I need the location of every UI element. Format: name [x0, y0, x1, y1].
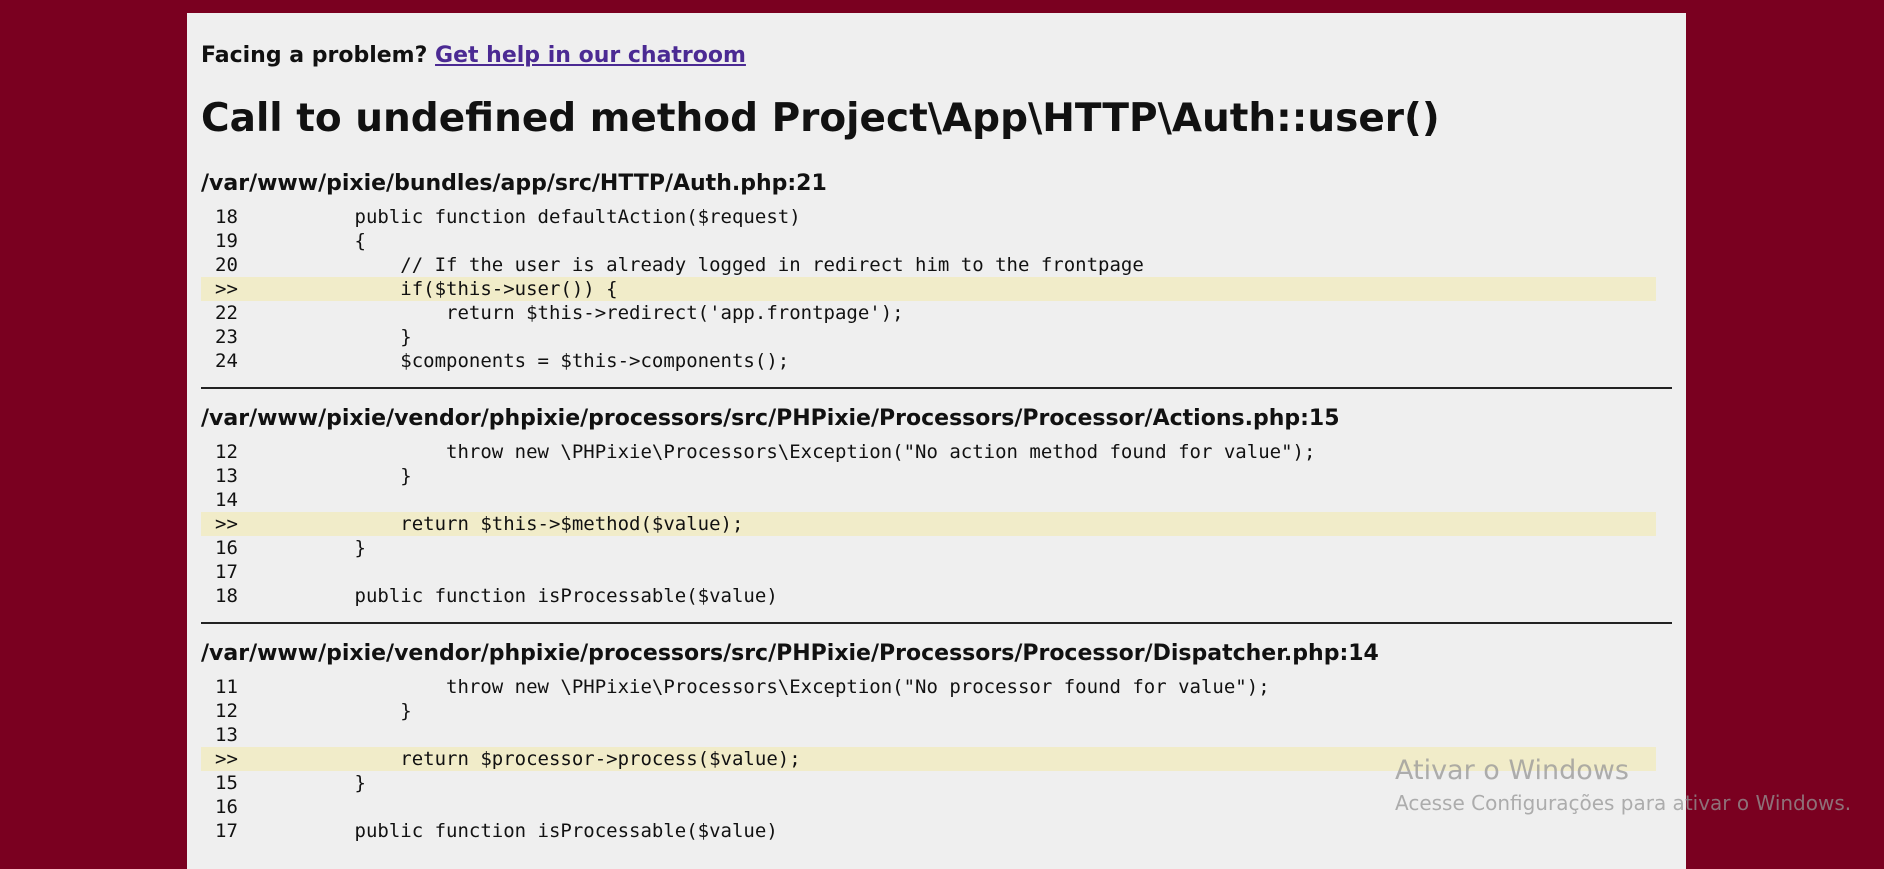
line-code: }	[263, 700, 412, 722]
line-number: 23	[215, 326, 238, 348]
line-code: public function defaultAction($request)	[263, 206, 801, 228]
line-number: 22	[215, 302, 238, 324]
code-line-error: >> return $this->$method($value);	[201, 512, 1656, 536]
code-line: 22 return $this->redirect('app.frontpage…	[201, 301, 1656, 325]
code-line: 13 }	[201, 464, 1656, 488]
code-line: 17 public function isProcessable($value)	[201, 819, 1656, 843]
code-line: 16	[201, 795, 1656, 819]
line-number: 12	[215, 441, 238, 463]
code-line: 23 }	[201, 325, 1656, 349]
line-number: 15	[215, 772, 238, 794]
line-code: return $this->redirect('app.frontpage');	[263, 302, 904, 324]
trace-file-path: /var/www/pixie/bundles/app/src/HTTP/Auth…	[201, 171, 827, 196]
line-number: >>	[215, 513, 238, 535]
code-line: 18 public function defaultAction($reques…	[201, 205, 1656, 229]
trace-block: /var/www/pixie/vendor/phpixie/processors…	[201, 406, 1672, 624]
line-code: }	[263, 326, 412, 348]
line-code: }	[263, 772, 366, 794]
line-code: $components = $this->components();	[263, 350, 790, 372]
code-excerpt: 18 public function defaultAction($reques…	[201, 205, 1656, 387]
help-prefix: Facing a problem?	[201, 43, 428, 68]
line-code: throw new \PHPixie\Processors\Exception(…	[263, 441, 1316, 463]
code-line: 14	[201, 488, 1656, 512]
line-code: public function isProcessable($value)	[263, 585, 778, 607]
line-number: 13	[215, 724, 238, 746]
line-code: return $this->$method($value);	[263, 513, 744, 535]
code-line-error: >> if($this->user()) {	[201, 277, 1656, 301]
code-line: 12 throw new \PHPixie\Processors\Excepti…	[201, 440, 1656, 464]
line-number: 12	[215, 700, 238, 722]
line-code: // If the user is already logged in redi…	[263, 254, 1144, 276]
line-number: 16	[215, 537, 238, 559]
code-line: 24 $components = $this->components();	[201, 349, 1656, 373]
line-number: >>	[215, 278, 238, 300]
stack-trace: /var/www/pixie/bundles/app/src/HTTP/Auth…	[201, 171, 1672, 857]
code-line: 18 public function isProcessable($value)	[201, 584, 1656, 608]
line-code: {	[263, 230, 366, 252]
trace-file-path: /var/www/pixie/vendor/phpixie/processors…	[201, 406, 1340, 431]
line-number: 18	[215, 206, 238, 228]
error-title: Call to undefined method Project\App\HTT…	[201, 96, 1440, 141]
code-line: 15 }	[201, 771, 1656, 795]
code-line-error: >> return $processor->process($value);	[201, 747, 1656, 771]
error-panel: Facing a problem? Get help in our chatro…	[187, 13, 1686, 869]
line-code: return $processor->process($value);	[263, 748, 801, 770]
line-number: 16	[215, 796, 238, 818]
line-number: 14	[215, 489, 238, 511]
help-line: Facing a problem? Get help in our chatro…	[201, 41, 1672, 71]
code-line: 11 throw new \PHPixie\Processors\Excepti…	[201, 675, 1656, 699]
code-line: 19 {	[201, 229, 1656, 253]
line-number: >>	[215, 748, 238, 770]
line-number: 17	[215, 561, 238, 583]
code-excerpt: 12 throw new \PHPixie\Processors\Excepti…	[201, 440, 1656, 622]
line-code: throw new \PHPixie\Processors\Exception(…	[263, 676, 1270, 698]
chatroom-link[interactable]: Get help in our chatroom	[435, 43, 746, 68]
code-excerpt: 11 throw new \PHPixie\Processors\Excepti…	[201, 675, 1656, 857]
line-code: if($this->user()) {	[263, 278, 618, 300]
line-number: 18	[215, 585, 238, 607]
line-number: 11	[215, 676, 238, 698]
line-code: public function isProcessable($value)	[263, 820, 778, 842]
line-number: 19	[215, 230, 238, 252]
line-number: 24	[215, 350, 238, 372]
code-line: 17	[201, 560, 1656, 584]
trace-block: /var/www/pixie/bundles/app/src/HTTP/Auth…	[201, 171, 1672, 389]
line-number: 13	[215, 465, 238, 487]
line-number: 17	[215, 820, 238, 842]
line-code: }	[263, 465, 412, 487]
code-line: 13	[201, 723, 1656, 747]
code-line: 12 }	[201, 699, 1656, 723]
trace-block: /var/www/pixie/vendor/phpixie/processors…	[201, 641, 1672, 857]
trace-file-path: /var/www/pixie/vendor/phpixie/processors…	[201, 641, 1379, 666]
line-code: }	[263, 537, 366, 559]
code-line: 16 }	[201, 536, 1656, 560]
line-number: 20	[215, 254, 238, 276]
code-line: 20 // If the user is already logged in r…	[201, 253, 1656, 277]
